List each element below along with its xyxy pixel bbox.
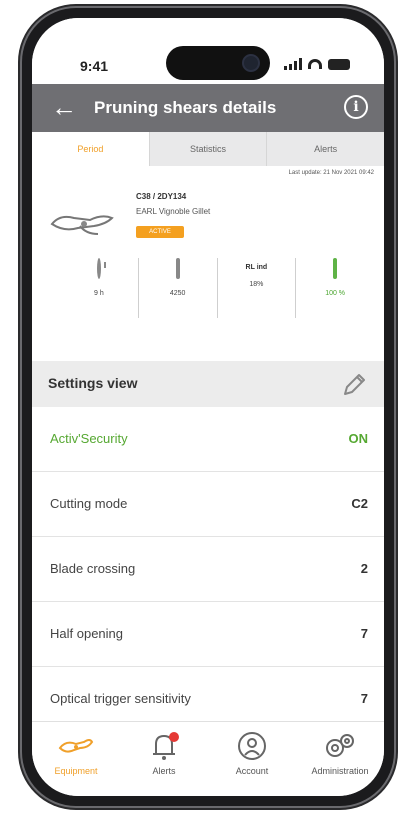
tab-period[interactable]: Period: [32, 132, 149, 166]
blade-icon: [167, 258, 189, 280]
setting-row-activ-security[interactable]: Activ'Security ON: [32, 407, 384, 472]
settings-list: Activ'Security ON Cutting mode C2 Blade …: [32, 407, 384, 732]
nav-alerts[interactable]: Alerts: [120, 722, 208, 796]
tab-alerts[interactable]: Alerts: [266, 132, 384, 166]
stats-row: 9 h 4250 RL ind 18% 100 %: [60, 258, 374, 318]
stat-rl-ind-label: RL ind: [245, 264, 268, 271]
nav-alerts-label: Alerts: [152, 766, 176, 776]
stat-rl-ind: RL ind 18%: [216, 258, 296, 318]
clock-icon: [88, 258, 110, 280]
setting-row-cutting-mode[interactable]: Cutting mode C2: [32, 472, 384, 537]
stat-battery: 100 %: [295, 258, 374, 318]
tab-statistics[interactable]: Statistics: [148, 132, 267, 166]
setting-label: Optical trigger sensitivity: [50, 691, 191, 706]
phone-frame: 9:41 ← Pruning shears details i Period S…: [22, 8, 394, 806]
system-icons: [284, 58, 350, 70]
back-arrow-icon[interactable]: ←: [50, 94, 78, 122]
camera-icon: [242, 54, 260, 72]
stat-rl-ind-value: 18%: [249, 281, 264, 288]
stat-duration: 9 h: [60, 258, 138, 318]
setting-label: Activ'Security: [50, 431, 128, 446]
status-time: 9:41: [80, 58, 109, 74]
battery-icon: [328, 58, 350, 70]
setting-row-half-opening[interactable]: Half opening 7: [32, 602, 384, 667]
edit-pencil-icon[interactable]: [340, 371, 368, 399]
nav-equipment[interactable]: Equipment: [32, 722, 120, 796]
nav-account[interactable]: Account: [208, 722, 296, 796]
stat-cuts: 4250: [137, 258, 217, 318]
equipment-model: C38 / 2DY134: [136, 192, 187, 201]
app-screen: 9:41 ← Pruning shears details i Period S…: [32, 18, 384, 796]
nav-equipment-label: Equipment: [54, 766, 98, 776]
setting-value: C2: [351, 496, 368, 511]
app-bar: ← Pruning shears details i: [32, 84, 384, 132]
stat-cuts-value: 4250: [169, 290, 186, 297]
setting-value: 7: [360, 691, 368, 706]
wifi-icon: [308, 59, 322, 69]
nav-administration[interactable]: Administration: [296, 722, 384, 796]
equipment-summary: Last update: 21 Nov 2021 09:42 C38 / 2DY…: [32, 166, 384, 361]
page-title: Pruning shears details: [94, 98, 277, 117]
pruning-shears-image: [50, 215, 114, 235]
nav-administration-label: Administration: [311, 766, 369, 776]
last-update-text: Last update: 21 Nov 2021 09:42: [288, 170, 374, 176]
account-icon: [238, 732, 266, 760]
setting-value: 7: [360, 626, 368, 641]
shears-icon: [58, 739, 94, 753]
info-icon[interactable]: i: [344, 95, 368, 119]
setting-label: Half opening: [50, 626, 123, 641]
status-badge: ACTIVE: [136, 226, 184, 238]
tab-bar: Period Statistics Alerts: [32, 132, 384, 166]
setting-value: ON: [348, 431, 369, 446]
settings-header: Settings view: [32, 361, 384, 407]
settings-title: Settings view: [48, 375, 138, 391]
stat-duration-value: 9 h: [94, 290, 104, 297]
signal-icon: [284, 58, 302, 70]
nav-account-label: Account: [235, 766, 269, 776]
equipment-owner: EARL Vignoble Gillet: [136, 207, 211, 216]
setting-value: 2: [360, 561, 368, 576]
setting-label: Blade crossing: [50, 561, 136, 576]
dynamic-island: [166, 46, 270, 80]
bottom-navigation: Equipment Alerts Account Administration: [32, 721, 384, 796]
battery-level-icon: [324, 258, 346, 280]
gear-icon: [326, 734, 354, 757]
status-bar: 9:41: [32, 18, 384, 84]
setting-row-blade-crossing[interactable]: Blade crossing 2: [32, 537, 384, 602]
setting-label: Cutting mode: [50, 496, 128, 511]
bell-icon: [153, 732, 179, 760]
stat-battery-value: 100 %: [325, 290, 346, 297]
